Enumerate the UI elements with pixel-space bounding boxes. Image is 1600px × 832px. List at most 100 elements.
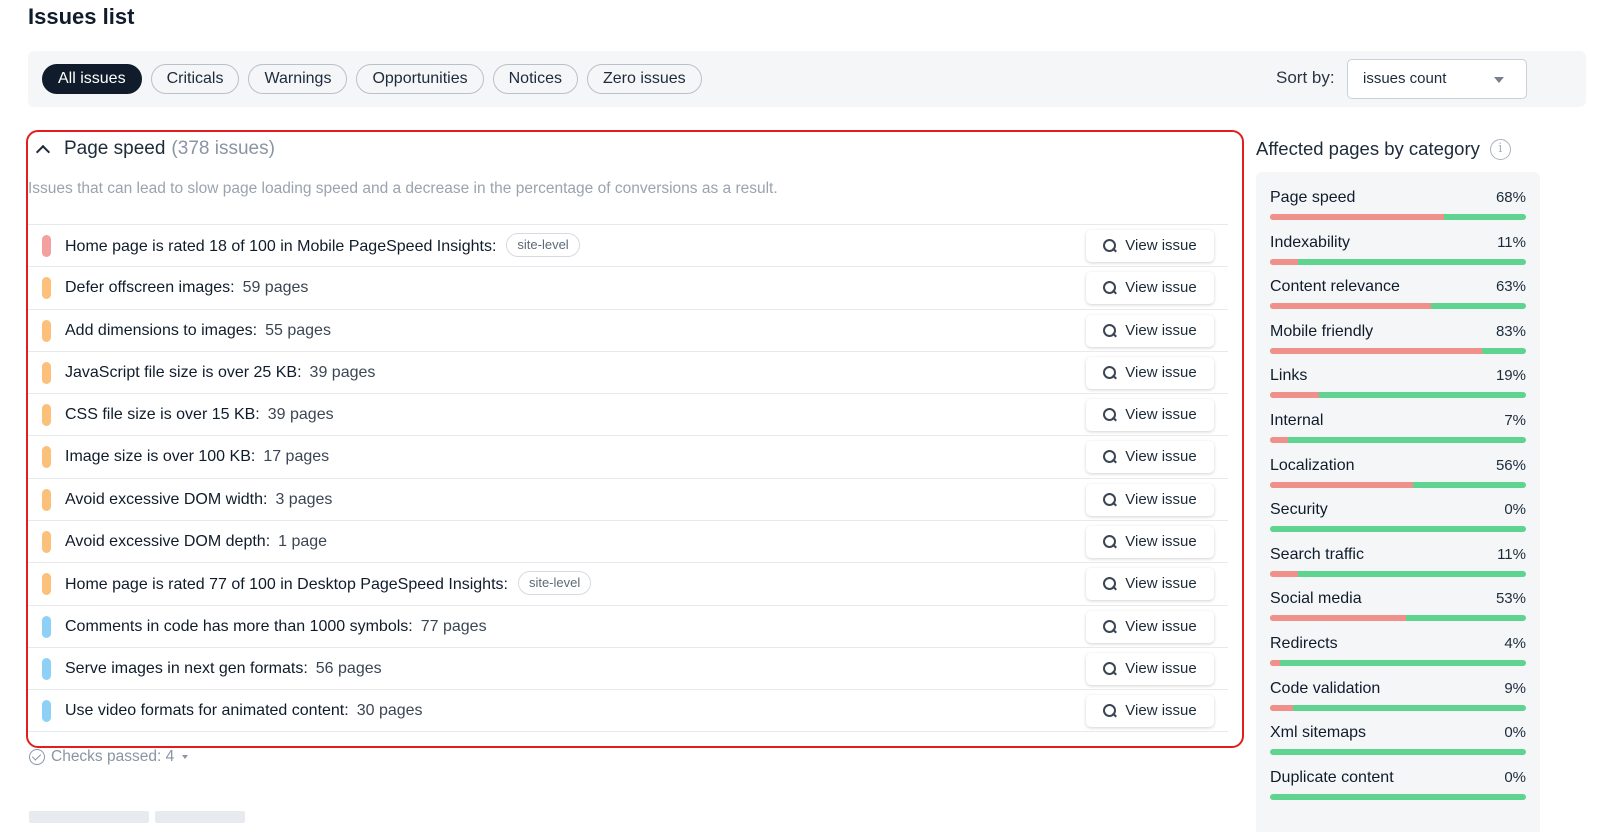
category-row[interactable]: Security 0%	[1270, 500, 1526, 545]
issue-text: Comments in code has more than 1000 symb…	[65, 618, 487, 636]
filter-tab[interactable]: Opportunities	[356, 64, 484, 94]
view-issue-button[interactable]: View issue	[1086, 526, 1214, 559]
category-percent: 7%	[1504, 411, 1526, 429]
issue-text: Add dimensions to images: 55 pages	[65, 322, 331, 340]
severity-indicator	[42, 319, 51, 342]
category-name: Social media	[1270, 590, 1362, 608]
view-issue-button[interactable]: View issue	[1086, 399, 1214, 432]
issue-pages-count: 3 pages	[275, 490, 333, 508]
issue-name: Image size is over 100 KB:	[65, 448, 256, 466]
view-issue-label: View issue	[1125, 237, 1197, 254]
issue-row: Image size is over 100 KB: 17 pages View i…	[28, 435, 1228, 477]
issue-name: Home page is rated 77 of 100 in Desktop …	[65, 576, 508, 594]
search-icon	[1103, 535, 1117, 549]
category-row[interactable]: Links 19%	[1270, 366, 1526, 411]
category-row[interactable]: Xml sitemaps 0%	[1270, 723, 1526, 768]
section-count: (378 issues)	[171, 138, 275, 159]
category-row[interactable]: Indexability 11%	[1270, 233, 1526, 278]
filter-tab[interactable]: Notices	[492, 64, 578, 94]
category-progress-fill	[1270, 258, 1299, 265]
view-issue-button[interactable]: View issue	[1086, 314, 1214, 347]
issue-name: Use video formats for animated content:	[65, 702, 349, 720]
search-icon	[1103, 450, 1117, 464]
category-percent: 11%	[1497, 545, 1526, 563]
issue-pages-count: 39 pages	[309, 363, 376, 381]
issue-pages-count: 1 page	[278, 533, 328, 551]
category-name: Page speed	[1270, 189, 1356, 206]
category-row[interactable]: Duplicate content 0%	[1270, 768, 1526, 813]
view-issue-button[interactable]: View issue	[1086, 695, 1214, 728]
view-issue-button[interactable]: View issue	[1086, 652, 1214, 685]
category-row[interactable]: Code validation 9%	[1270, 679, 1526, 724]
filter-tabs: All issues Criticals Warnings Opportunities…	[42, 64, 702, 94]
sidebar-title: Affected pages by category i	[1256, 138, 1511, 160]
category-row[interactable]: Content relevance 63%	[1270, 277, 1526, 322]
category-name: Content relevance	[1270, 278, 1400, 296]
filter-tab[interactable]: All issues	[42, 64, 142, 94]
section-description: Issues that can lead to slow page loadin…	[28, 180, 778, 197]
view-issue-button[interactable]: View issue	[1086, 272, 1214, 305]
site-level-badge: site-level	[517, 571, 592, 596]
view-issue-button[interactable]: View issue	[1086, 356, 1214, 389]
view-issue-button[interactable]: View issue	[1086, 610, 1214, 643]
category-percent: 4%	[1504, 634, 1526, 652]
category-progress-bar	[1270, 258, 1526, 265]
filter-tab[interactable]: Criticals	[150, 64, 240, 94]
category-name: Duplicate content	[1270, 768, 1394, 786]
category-name: Redirects	[1270, 634, 1338, 652]
issue-text: CSS file size is over 15 KB: 39 pages	[65, 406, 334, 424]
issue-text: Image size is over 100 KB: 17 pages	[65, 448, 329, 466]
category-progress-fill	[1270, 704, 1294, 711]
issue-name: JavaScript file size is over 25 KB:	[65, 363, 302, 381]
issue-name: Home page is rated 18 of 100 in Mobile P…	[65, 238, 497, 255]
category-percent: 0%	[1504, 724, 1526, 742]
issue-row: Avoid excessive DOM depth: 1 page View iss…	[28, 520, 1228, 562]
category-progress-fill	[1270, 615, 1406, 622]
view-issue-label: View issue	[1125, 575, 1197, 593]
search-icon	[1103, 619, 1117, 634]
category-name: Links	[1270, 367, 1308, 385]
category-progress-bar	[1270, 659, 1526, 666]
filter-tab[interactable]: Zero issues	[586, 64, 702, 94]
view-issue-label: View issue	[1125, 617, 1197, 635]
view-issue-label: View issue	[1125, 279, 1197, 297]
category-row[interactable]: Redirects 4%	[1270, 634, 1526, 679]
filter-tab[interactable]: Warnings	[248, 64, 348, 94]
next-section-peek	[29, 808, 251, 825]
category-progress-bar	[1270, 749, 1526, 756]
category-percent: 19%	[1495, 367, 1526, 385]
category-percent: 53%	[1495, 590, 1526, 608]
view-issue-button[interactable]: View issue	[1086, 568, 1214, 601]
category-row[interactable]: Page speed 68%	[1270, 188, 1526, 233]
category-row[interactable]: Internal 7%	[1270, 411, 1526, 456]
category-progress-fill	[1270, 303, 1432, 310]
category-row[interactable]: Search traffic 11%	[1270, 545, 1526, 590]
view-issue-label: View issue	[1125, 659, 1197, 677]
info-icon[interactable]: i	[1489, 138, 1511, 160]
section-toggle[interactable]: Page speed (378 issues)	[34, 137, 275, 161]
filter-bar: All issues Criticals Warnings Opportunities…	[28, 51, 1586, 107]
severity-indicator	[42, 657, 51, 680]
view-issue-button[interactable]: View issue	[1086, 441, 1214, 474]
view-issue-button[interactable]: View issue	[1086, 483, 1214, 516]
category-row[interactable]: Mobile friendly 83%	[1270, 322, 1526, 367]
category-percent: 11%	[1497, 233, 1526, 251]
category-row[interactable]: Social media 53%	[1270, 589, 1526, 634]
issue-name: Serve images in next gen formats:	[65, 659, 308, 677]
issue-text: Home page is rated 18 of 100 in Mobile P…	[65, 233, 580, 257]
issue-name: CSS file size is over 15 KB:	[65, 406, 260, 424]
sidebar-title-text: Affected pages by category	[1256, 138, 1480, 159]
severity-indicator	[42, 700, 51, 723]
category-progress-fill	[1270, 570, 1299, 577]
category-row[interactable]: Localization 56%	[1270, 456, 1526, 501]
sort-select[interactable]: issues count	[1347, 59, 1527, 99]
issue-name: Avoid excessive DOM depth:	[65, 533, 271, 551]
severity-indicator	[42, 235, 51, 257]
category-progress-fill	[1270, 214, 1445, 220]
category-progress-fill	[1270, 347, 1483, 354]
view-issue-button[interactable]: View issue	[1086, 230, 1214, 262]
issue-pages-count: 30 pages	[356, 702, 423, 720]
checks-passed-toggle[interactable]: Checks passed: 4	[29, 748, 189, 766]
issue-pages-count: 17 pages	[263, 448, 330, 466]
view-issue-label: View issue	[1125, 321, 1197, 339]
